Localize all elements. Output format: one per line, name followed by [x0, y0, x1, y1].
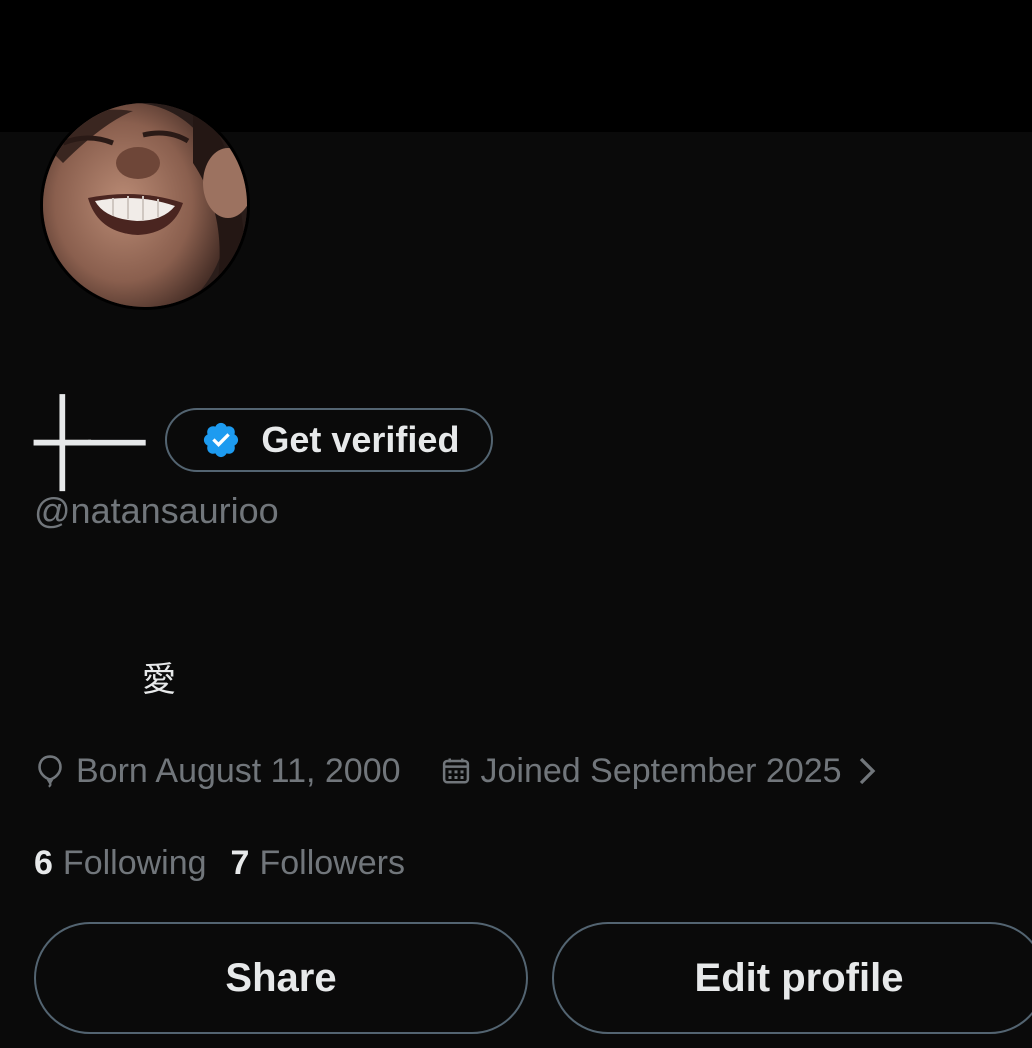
calendar-icon	[441, 756, 471, 786]
edit-profile-button[interactable]: Edit profile	[552, 922, 1032, 1034]
birthday-item: Born August 11, 2000	[34, 752, 401, 791]
name-row: ┼─ Get verified	[34, 393, 494, 486]
following-label: Following	[62, 843, 207, 882]
profile-bio: 愛	[142, 660, 176, 700]
following-count: 6	[34, 843, 53, 882]
followers-label: Followers	[259, 843, 405, 882]
share-button[interactable]: Share	[34, 922, 528, 1034]
verified-badge-icon	[201, 420, 241, 460]
profile-meta: Born August 11, 2000 Joined September 20…	[34, 748, 876, 794]
joined-item[interactable]: Joined September 2025	[441, 752, 876, 791]
avatar[interactable]	[40, 100, 250, 310]
chevron-right-icon	[858, 756, 876, 786]
followers-count: 7	[230, 843, 250, 882]
balloon-icon	[34, 754, 66, 788]
get-verified-label: Get verified	[261, 419, 460, 460]
following-link[interactable]: 6 Following	[34, 844, 207, 883]
birthday-text: Born August 11, 2000	[76, 751, 401, 790]
get-verified-button[interactable]: Get verified	[165, 408, 494, 472]
followers-link[interactable]: 7 Followers	[231, 844, 405, 883]
display-name: ┼─	[34, 393, 145, 486]
joined-text: Joined September 2025	[480, 751, 842, 790]
follow-stats: 6 Following 7 Followers	[34, 840, 405, 886]
profile-handle: @natansaurioo	[34, 490, 279, 531]
